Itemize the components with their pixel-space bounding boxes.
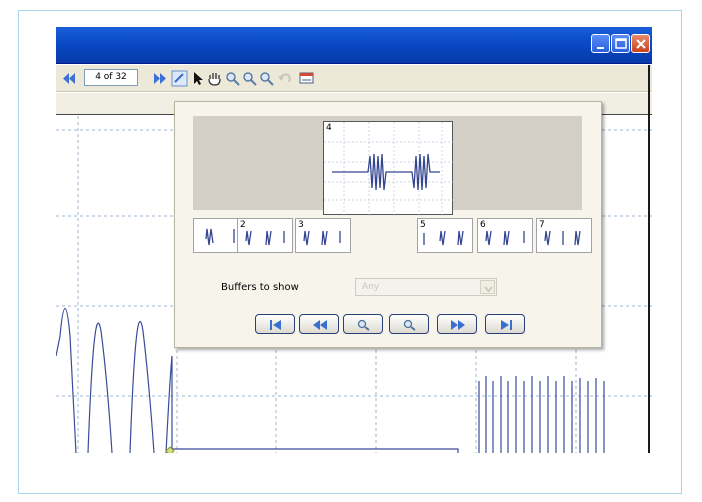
previous-page-button[interactable] [60,70,77,87]
buffer-thumbnail[interactable]: 6 [477,218,533,253]
zoom-out-buffer-button[interactable] [389,314,429,334]
toolbar: 4 of 32 [56,65,652,92]
buffer-thumbnail[interactable]: 7 [536,218,592,253]
zoom-out-button[interactable] [241,70,258,87]
buffer-thumbnail-waveform [485,230,525,246]
current-buffer-thumbnail[interactable]: 4 [323,121,454,216]
view-window-icon [299,72,314,84]
waveform-trace-right [478,376,605,453]
skip-to-last-icon [501,320,512,330]
page-indicator[interactable]: 4 of 32 [84,69,138,86]
zoom-in-buffer-button[interactable] [343,314,383,334]
maximize-button[interactable] [611,34,630,53]
magnifier-icon [357,319,370,331]
buffer-overview-button[interactable] [171,70,188,87]
trigger-marker[interactable] [165,446,175,453]
previous-buffer-button[interactable] [299,314,339,334]
close-button[interactable] [631,34,650,53]
view-toggle-button[interactable] [298,70,315,87]
magnifier-icon [260,72,274,86]
double-right-arrow-icon [154,73,166,84]
cursor-arrow-icon [194,72,203,85]
double-left-arrow-icon [313,320,327,330]
buffers-to-show-select[interactable]: Any [355,278,497,296]
hand-icon [208,73,221,86]
zoom-area-button[interactable] [258,70,275,87]
minimize-button[interactable] [591,34,610,53]
skip-to-first-icon [270,320,281,330]
thumbnail-number: 4 [326,123,332,133]
magnifier-icon [403,319,416,331]
undo-arrow-icon [278,73,291,83]
double-left-arrow-icon [63,73,75,84]
next-buffer-button[interactable] [437,314,477,334]
buffers-to-show-value: Any [362,282,380,292]
next-page-button[interactable] [152,70,169,87]
zoom-in-button[interactable] [224,70,241,87]
buffer-overview-icon [171,70,188,87]
buffer-thumbnail-waveform [544,230,581,246]
buffer-thumbnail-waveform [303,230,341,246]
buffer-thumbnail[interactable]: 3 [295,218,351,253]
last-buffer-button[interactable] [485,314,525,334]
buffer-thumbnail[interactable]: 2 [237,218,293,253]
maximize-icon [615,38,627,49]
window-titlebar[interactable] [56,27,652,64]
current-buffer-waveform [324,122,454,216]
double-right-arrow-icon [451,320,465,330]
buffer-thumbnail-waveform [245,230,285,246]
close-icon [636,39,646,49]
chart-right-border [648,65,650,453]
buffer-overview-popup: 4 2 3 5 6 7 Buffers to show Any [174,101,602,348]
minimize-icon [597,47,604,49]
first-buffer-button[interactable] [255,314,295,334]
chevron-down-icon [484,286,493,293]
undo-zoom-button[interactable] [276,70,293,87]
magnifier-icon [243,72,257,86]
buffer-thumbnail-waveform [423,230,464,246]
pan-tool-button[interactable] [206,70,223,87]
buffers-to-show-label: Buffers to show [221,282,299,293]
dropdown-arrow-button[interactable] [480,280,495,294]
select-tool-button[interactable] [189,70,206,87]
magnifier-icon [226,72,240,86]
thumbnail-strip: 4 [193,116,582,216]
buffer-thumbnail[interactable]: 5 [417,218,473,253]
